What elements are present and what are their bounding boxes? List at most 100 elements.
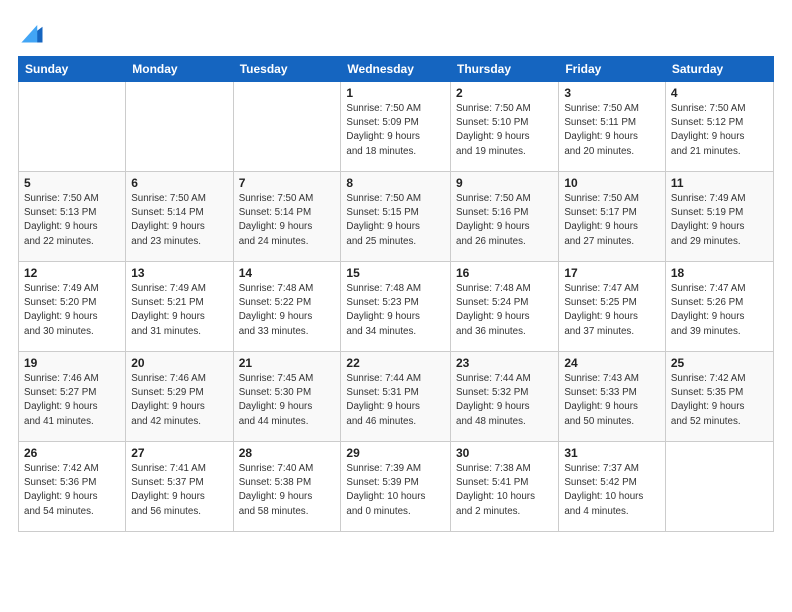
day-number: 11 xyxy=(671,176,768,190)
calendar-cell: 20 Sunrise: 7:46 AM Sunset: 5:29 PM Dayli… xyxy=(126,352,233,442)
calendar-cell: 18Sunrise: 7:47 AM Sunset: 5:26 PM Dayli… xyxy=(665,262,773,352)
day-info: Sunrise: 7:43 AM Sunset: 5:33 PM Dayligh… xyxy=(564,372,660,429)
weekday-header-tuesday: Tuesday xyxy=(233,57,341,82)
calendar-cell: 26 Sunrise: 7:42 AM Sunset: 5:36 PM Dayli… xyxy=(19,442,126,532)
calendar-cell: 2 Sunrise: 7:50 AM Sunset: 5:10 PM Daylig… xyxy=(451,82,559,172)
day-info: Sunrise: 7:39 AM Sunset: 5:39 PM Dayligh… xyxy=(346,462,445,519)
day-info: Sunrise: 7:50 AM Sunset: 5:17 PM Dayligh… xyxy=(564,192,660,249)
calendar-cell: 9 Sunrise: 7:50 AM Sunset: 5:16 PM Daylig… xyxy=(451,172,559,262)
day-number: 2 xyxy=(456,86,553,100)
day-info: Sunrise: 7:50 AM Sunset: 5:10 PM Dayligh… xyxy=(456,102,553,159)
day-info: Sunrise: 7:46 AM Sunset: 5:27 PM Dayligh… xyxy=(24,372,120,429)
week-row-4: 19 Sunrise: 7:46 AM Sunset: 5:27 PM Dayli… xyxy=(19,352,774,442)
day-info: Sunrise: 7:44 AM Sunset: 5:31 PM Dayligh… xyxy=(346,372,445,429)
day-info: Sunrise: 7:44 AM Sunset: 5:32 PM Dayligh… xyxy=(456,372,553,429)
calendar-cell: 5Sunrise: 7:50 AM Sunset: 5:13 PM Daylig… xyxy=(19,172,126,262)
day-info: Sunrise: 7:50 AM Sunset: 5:15 PM Dayligh… xyxy=(346,192,445,249)
calendar-cell: 15 Sunrise: 7:48 AM Sunset: 5:23 PM Dayli… xyxy=(341,262,451,352)
day-info: Sunrise: 7:47 AM Sunset: 5:25 PM Dayligh… xyxy=(564,282,660,339)
calendar-cell: 31 Sunrise: 7:37 AM Sunset: 5:42 PM Dayli… xyxy=(559,442,666,532)
day-info: Sunrise: 7:46 AM Sunset: 5:29 PM Dayligh… xyxy=(131,372,227,429)
day-info: Sunrise: 7:38 AM Sunset: 5:41 PM Dayligh… xyxy=(456,462,553,519)
weekday-header-wednesday: Wednesday xyxy=(341,57,451,82)
calendar-cell: 6 Sunrise: 7:50 AM Sunset: 5:14 PM Daylig… xyxy=(126,172,233,262)
day-number: 4 xyxy=(671,86,768,100)
day-info: Sunrise: 7:50 AM Sunset: 5:16 PM Dayligh… xyxy=(456,192,553,249)
day-info: Sunrise: 7:37 AM Sunset: 5:42 PM Dayligh… xyxy=(564,462,660,519)
day-info: Sunrise: 7:48 AM Sunset: 5:22 PM Dayligh… xyxy=(239,282,336,339)
day-number: 31 xyxy=(564,446,660,460)
calendar-cell xyxy=(665,442,773,532)
calendar-cell: 23Sunrise: 7:44 AM Sunset: 5:32 PM Dayli… xyxy=(451,352,559,442)
day-number: 26 xyxy=(24,446,120,460)
week-row-2: 5Sunrise: 7:50 AM Sunset: 5:13 PM Daylig… xyxy=(19,172,774,262)
calendar-cell: 22 Sunrise: 7:44 AM Sunset: 5:31 PM Dayli… xyxy=(341,352,451,442)
day-info: Sunrise: 7:41 AM Sunset: 5:37 PM Dayligh… xyxy=(131,462,227,519)
day-number: 9 xyxy=(456,176,553,190)
weekday-header-row: SundayMondayTuesdayWednesdayThursdayFrid… xyxy=(19,57,774,82)
week-row-5: 26 Sunrise: 7:42 AM Sunset: 5:36 PM Dayli… xyxy=(19,442,774,532)
calendar-cell: 14Sunrise: 7:48 AM Sunset: 5:22 PM Dayli… xyxy=(233,262,341,352)
day-number: 27 xyxy=(131,446,227,460)
day-number: 6 xyxy=(131,176,227,190)
day-number: 19 xyxy=(24,356,120,370)
calendar-cell: 1 Sunrise: 7:50 AM Sunset: 5:09 PM Daylig… xyxy=(341,82,451,172)
day-number: 20 xyxy=(131,356,227,370)
day-info: Sunrise: 7:49 AM Sunset: 5:19 PM Dayligh… xyxy=(671,192,768,249)
day-number: 24 xyxy=(564,356,660,370)
day-info: Sunrise: 7:49 AM Sunset: 5:21 PM Dayligh… xyxy=(131,282,227,339)
calendar-cell xyxy=(19,82,126,172)
calendar-cell: 21 Sunrise: 7:45 AM Sunset: 5:30 PM Dayli… xyxy=(233,352,341,442)
calendar-cell: 12 Sunrise: 7:49 AM Sunset: 5:20 PM Dayli… xyxy=(19,262,126,352)
day-number: 15 xyxy=(346,266,445,280)
day-number: 22 xyxy=(346,356,445,370)
day-info: Sunrise: 7:40 AM Sunset: 5:38 PM Dayligh… xyxy=(239,462,336,519)
day-number: 21 xyxy=(239,356,336,370)
calendar-cell: 28 Sunrise: 7:40 AM Sunset: 5:38 PM Dayli… xyxy=(233,442,341,532)
calendar-cell: 27 Sunrise: 7:41 AM Sunset: 5:37 PM Dayli… xyxy=(126,442,233,532)
calendar-cell: 4 Sunrise: 7:50 AM Sunset: 5:12 PM Daylig… xyxy=(665,82,773,172)
day-info: Sunrise: 7:48 AM Sunset: 5:23 PM Dayligh… xyxy=(346,282,445,339)
weekday-header-friday: Friday xyxy=(559,57,666,82)
weekday-header-monday: Monday xyxy=(126,57,233,82)
week-row-1: 1 Sunrise: 7:50 AM Sunset: 5:09 PM Daylig… xyxy=(19,82,774,172)
weekday-header-sunday: Sunday xyxy=(19,57,126,82)
day-info: Sunrise: 7:50 AM Sunset: 5:12 PM Dayligh… xyxy=(671,102,768,159)
day-number: 13 xyxy=(131,266,227,280)
day-info: Sunrise: 7:49 AM Sunset: 5:20 PM Dayligh… xyxy=(24,282,120,339)
day-number: 7 xyxy=(239,176,336,190)
day-number: 3 xyxy=(564,86,660,100)
day-info: Sunrise: 7:50 AM Sunset: 5:11 PM Dayligh… xyxy=(564,102,660,159)
calendar-cell: 25Sunrise: 7:42 AM Sunset: 5:35 PM Dayli… xyxy=(665,352,773,442)
day-info: Sunrise: 7:45 AM Sunset: 5:30 PM Dayligh… xyxy=(239,372,336,429)
day-number: 8 xyxy=(346,176,445,190)
calendar-cell: 3 Sunrise: 7:50 AM Sunset: 5:11 PM Daylig… xyxy=(559,82,666,172)
page: SundayMondayTuesdayWednesdayThursdayFrid… xyxy=(0,0,792,612)
day-info: Sunrise: 7:50 AM Sunset: 5:14 PM Dayligh… xyxy=(131,192,227,249)
day-number: 18 xyxy=(671,266,768,280)
week-row-3: 12 Sunrise: 7:49 AM Sunset: 5:20 PM Dayli… xyxy=(19,262,774,352)
calendar-cell: 16Sunrise: 7:48 AM Sunset: 5:24 PM Dayli… xyxy=(451,262,559,352)
logo-icon xyxy=(18,18,46,46)
weekday-header-thursday: Thursday xyxy=(451,57,559,82)
calendar-cell: 11 Sunrise: 7:49 AM Sunset: 5:19 PM Dayli… xyxy=(665,172,773,262)
day-number: 28 xyxy=(239,446,336,460)
day-number: 12 xyxy=(24,266,120,280)
day-info: Sunrise: 7:50 AM Sunset: 5:13 PM Dayligh… xyxy=(24,192,120,249)
calendar-cell: 29 Sunrise: 7:39 AM Sunset: 5:39 PM Dayli… xyxy=(341,442,451,532)
calendar-cell: 7 Sunrise: 7:50 AM Sunset: 5:14 PM Daylig… xyxy=(233,172,341,262)
day-info: Sunrise: 7:50 AM Sunset: 5:14 PM Dayligh… xyxy=(239,192,336,249)
calendar-cell: 10Sunrise: 7:50 AM Sunset: 5:17 PM Dayli… xyxy=(559,172,666,262)
day-number: 1 xyxy=(346,86,445,100)
day-number: 16 xyxy=(456,266,553,280)
calendar-cell: 13 Sunrise: 7:49 AM Sunset: 5:21 PM Dayli… xyxy=(126,262,233,352)
calendar-cell: 8 Sunrise: 7:50 AM Sunset: 5:15 PM Daylig… xyxy=(341,172,451,262)
calendar-table: SundayMondayTuesdayWednesdayThursdayFrid… xyxy=(18,56,774,532)
calendar-cell: 24 Sunrise: 7:43 AM Sunset: 5:33 PM Dayli… xyxy=(559,352,666,442)
day-info: Sunrise: 7:42 AM Sunset: 5:36 PM Dayligh… xyxy=(24,462,120,519)
day-number: 29 xyxy=(346,446,445,460)
header xyxy=(18,18,774,46)
day-number: 25 xyxy=(671,356,768,370)
day-number: 17 xyxy=(564,266,660,280)
day-info: Sunrise: 7:50 AM Sunset: 5:09 PM Dayligh… xyxy=(346,102,445,159)
